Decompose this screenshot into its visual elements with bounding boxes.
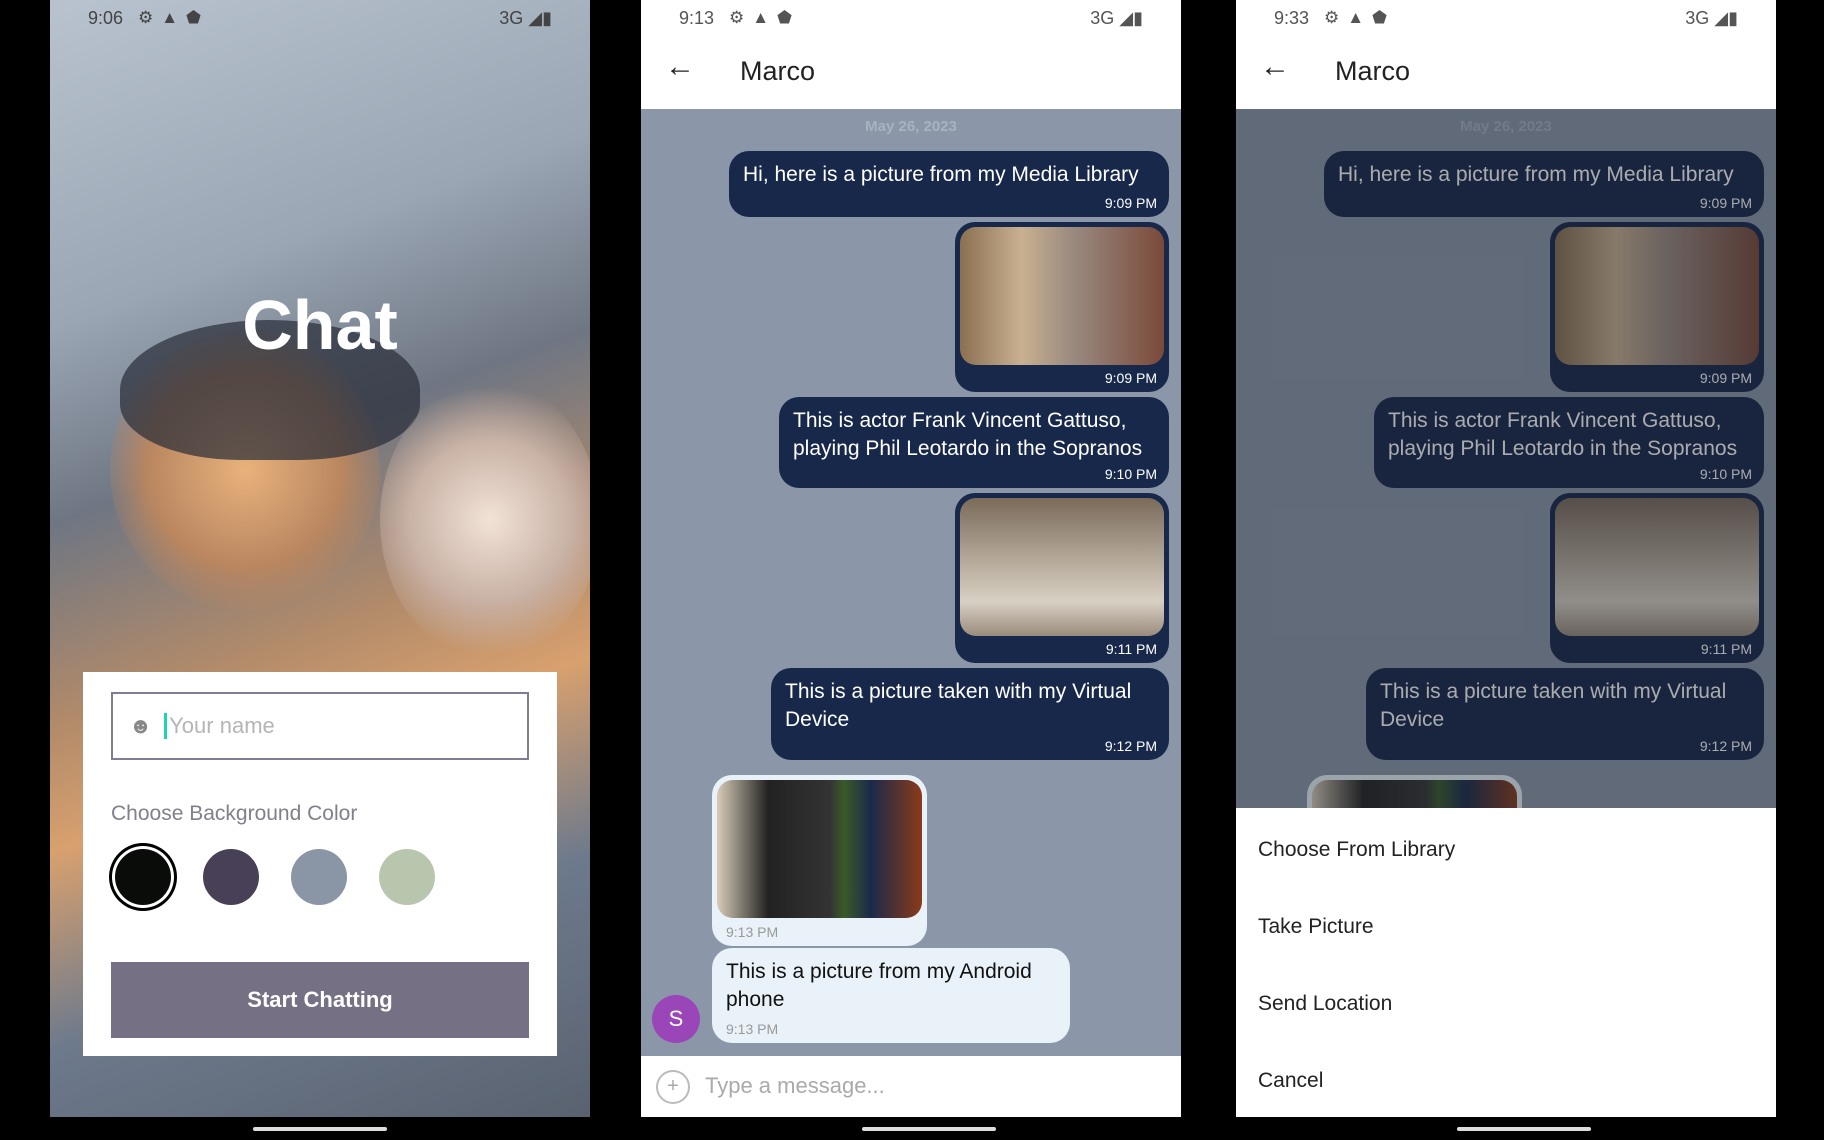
arrow-left-icon[interactable]: ← [665, 50, 695, 84]
network-type: 3G [1685, 8, 1710, 28]
message-text: This is a picture from my Android phone [726, 960, 1032, 1011]
message-time: 9:09 PM [1104, 370, 1157, 386]
living-room-tv-photo[interactable] [717, 780, 922, 918]
swatch-black[interactable] [115, 849, 171, 905]
message-list: May 26, 2023 Hi, here is a picture from m… [641, 109, 1181, 1056]
message-text: Hi, here is a picture from my Media Libr… [743, 163, 1139, 186]
message-bubble[interactable]: 9:13 PM [712, 775, 927, 946]
actions-screen: 9:33 ⚙▲⬟ 3G ◢▮ ← Marco May 26, 2023 Hi, h… [1236, 0, 1776, 1117]
swatch-green[interactable] [379, 849, 435, 905]
man-pointing-photo[interactable] [960, 227, 1164, 365]
signal-icon: ◢ [1714, 8, 1729, 28]
status-time: 9:33 [1274, 8, 1310, 28]
message-time: 9:09 PM [1104, 195, 1157, 211]
name-input[interactable]: ☻ Your name [111, 692, 529, 760]
status-icons: ⚙▲⬟ [729, 8, 800, 27]
message-bubble[interactable]: 9:09 PM [955, 222, 1169, 392]
background-photo-detail [380, 380, 590, 660]
swatch-grey[interactable] [291, 849, 347, 905]
battery-icon: ▮ [542, 8, 552, 28]
arrow-left-icon[interactable]: ← [1260, 50, 1290, 84]
user-icon: ☻ [129, 713, 153, 738]
message-bubble[interactable]: 9:11 PM [955, 493, 1169, 663]
nav-handle[interactable] [1457, 1127, 1591, 1131]
chat-header: ← Marco [641, 36, 1181, 109]
option-cancel[interactable]: Cancel [1258, 1069, 1323, 1093]
message-bubble[interactable]: This is actor Frank Vincent Gattuso, pla… [779, 397, 1169, 488]
message-text: This is a picture taken with my Virtual … [785, 680, 1132, 731]
status-icons: ⚙▲⬟ [1324, 8, 1395, 27]
sofa-photo[interactable] [960, 498, 1164, 636]
nav-handle[interactable] [862, 1127, 996, 1131]
app-title: Chat [242, 286, 398, 364]
message-time: 9:11 PM [1105, 641, 1157, 657]
chat-title: Marco [740, 56, 816, 86]
status-time: 9:06 [88, 8, 124, 28]
chat-header: ← Marco [1236, 36, 1776, 109]
message-text: This is actor Frank Vincent Gattuso, pla… [793, 409, 1143, 460]
message-time: 9:12 PM [1104, 738, 1157, 754]
message-time: 9:10 PM [1104, 466, 1157, 482]
message-bubble[interactable]: Hi, here is a picture from my Media Libr… [729, 151, 1169, 217]
battery-icon: ▮ [1728, 8, 1738, 28]
start-chatting-button[interactable]: Start Chatting [111, 962, 529, 1038]
status-bar: 9:06 ⚙▲⬟ 3G ◢▮ [50, 0, 590, 36]
composer: + Type a message... [641, 1056, 1181, 1117]
status-bar: 9:13 ⚙▲⬟ 3G ◢▮ [641, 0, 1181, 36]
dim-overlay[interactable] [1236, 109, 1776, 808]
bg-color-label: Choose Background Color [111, 802, 358, 825]
start-form: ☻ Your name Choose Background Color Star… [83, 672, 557, 1056]
avatar[interactable]: S [652, 995, 700, 1043]
status-bar: 9:33 ⚙▲⬟ 3G ◢▮ [1236, 0, 1776, 36]
message-bubble[interactable]: This is a picture taken with my Virtual … [771, 668, 1169, 760]
swatch-purple[interactable] [203, 849, 259, 905]
network-type: 3G [499, 8, 524, 28]
action-sheet: Choose From Library Take Picture Send Lo… [1236, 808, 1776, 1117]
option-send-location[interactable]: Send Location [1258, 992, 1392, 1016]
message-time: 9:13 PM [726, 1021, 779, 1037]
date-separator: May 26, 2023 [865, 118, 957, 135]
message-bubble[interactable]: This is a picture from my Android phone 9… [712, 948, 1070, 1043]
network-type: 3G [1090, 8, 1115, 28]
signal-icon: ◢ [528, 8, 543, 28]
message-time: 9:13 PM [726, 924, 779, 940]
message-input[interactable]: Type a message... [705, 1073, 885, 1099]
nav-handle[interactable] [253, 1127, 387, 1131]
battery-icon: ▮ [1133, 8, 1143, 28]
welcome-screen: 9:06 ⚙▲⬟ 3G ◢▮ Chat ☻ Your name Choose B… [50, 0, 590, 1117]
option-take-picture[interactable]: Take Picture [1258, 915, 1374, 939]
chat-screen: 9:13 ⚙▲⬟ 3G ◢▮ ← Marco May 26, 2023 Hi, h… [641, 0, 1181, 1117]
option-choose-library[interactable]: Choose From Library [1258, 838, 1455, 862]
status-icons: ⚙▲⬟ [138, 8, 209, 27]
signal-icon: ◢ [1119, 8, 1134, 28]
name-placeholder: Your name [164, 713, 275, 739]
chat-title: Marco [1335, 56, 1411, 86]
plus-icon[interactable]: + [656, 1070, 690, 1104]
status-time: 9:13 [679, 8, 715, 28]
